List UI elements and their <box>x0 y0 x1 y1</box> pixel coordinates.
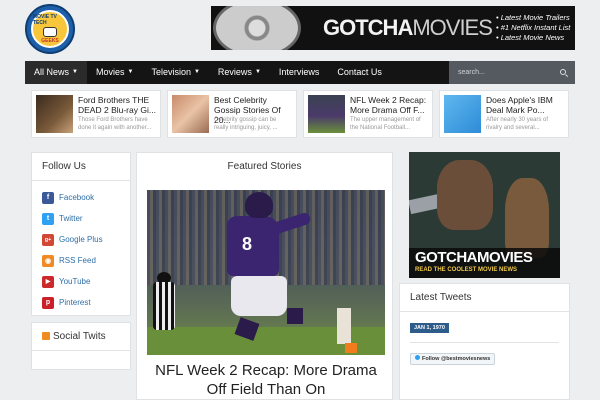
follow-link-pinterest[interactable]: p Pinterest <box>42 292 120 313</box>
rss-icon: ◉ <box>42 254 54 267</box>
logo-mascot-icon <box>43 27 57 37</box>
twitter-icon: t <box>42 212 54 225</box>
top-story-card[interactable]: Best Celebrity Gossip Stories Of 20... C… <box>167 90 297 138</box>
twitter-follow-button[interactable]: Follow @bestmoviesnews <box>410 353 496 365</box>
chevron-down-icon: ▼ <box>72 69 78 76</box>
google-plus-icon: g+ <box>42 233 54 246</box>
banner-bullet: • Latest Movie Trailers <box>496 13 570 22</box>
tweet-date-badge: JAN 1, 1970 <box>410 323 449 333</box>
widget-title: Latest Tweets <box>400 284 569 312</box>
nav-item-all-news[interactable]: All News ▼ <box>25 61 87 84</box>
follow-us-widget: Follow Us f Facebook t Twitter g+ Google… <box>31 152 131 316</box>
featured-heading: Featured Stories <box>227 161 302 172</box>
youtube-icon: ▶ <box>42 275 54 288</box>
featured-image[interactable]: 8 <box>147 190 385 355</box>
twitter-bird-icon <box>415 355 420 360</box>
follow-label: RSS Feed <box>59 256 96 265</box>
chevron-down-icon: ▼ <box>127 69 134 76</box>
story-excerpt: Those Ford Brothers have done it again w… <box>78 117 152 131</box>
follow-label: Facebook <box>59 193 95 202</box>
banner-bullet: • Latest Movie News <box>496 33 565 42</box>
nav-item-label: Reviews <box>217 67 252 77</box>
social-twits-title: Social Twits <box>53 331 106 342</box>
follow-button-label: Follow @bestmoviesnews <box>422 356 491 362</box>
follow-label: Pinterest <box>59 298 91 307</box>
logo-bottom-text: GEEKS <box>41 38 59 44</box>
featured-caption[interactable]: NFL Week 2 Recap: More Drama Off Field T… <box>147 361 385 399</box>
nav-item-label: Contact Us <box>337 67 382 77</box>
nav-item-television[interactable]: Television ▼ <box>142 61 208 84</box>
nav-item-interviews[interactable]: Interviews <box>270 61 329 84</box>
film-reel-icon <box>213 6 301 50</box>
jersey-number: 8 <box>242 234 253 254</box>
latest-tweets-widget: Latest Tweets JAN 1, 1970 Follow @bestmo… <box>399 283 570 400</box>
chevron-down-icon: ▼ <box>254 69 261 76</box>
follow-link-twitter[interactable]: t Twitter <box>42 208 120 229</box>
pylon <box>345 343 357 353</box>
banner-brand-part1: GOTCHA <box>323 15 413 40</box>
referee <box>153 282 175 330</box>
nav-item-label: Movies <box>95 67 125 77</box>
sideline-person <box>337 308 351 344</box>
banner-brand-part2: MOVIES <box>412 15 493 40</box>
banner-bullets: • Latest Movie Trailers • #1 Netflix Ins… <box>496 13 570 43</box>
story-excerpt: After nearly 30 years of rivalry and sev… <box>486 117 549 131</box>
social-twits-widget: Social Twits <box>31 322 131 370</box>
main-nav: All News ▼ Movies ▼ Television ▼ Reviews ▼ I… <box>25 61 575 84</box>
ad-art-tree <box>505 178 549 258</box>
logo-badge: MOVIE TV TECH GEEKS <box>31 10 69 48</box>
pinterest-icon: p <box>42 296 54 309</box>
nav-item-movies[interactable]: Movies ▼ <box>87 61 142 84</box>
sidebar-ad[interactable]: GOTCHAMOVIES READ THE COOLEST MOVIE NEWS <box>409 152 560 278</box>
follow-label: Google Plus <box>59 235 103 244</box>
story-title[interactable]: Ford Brothers THE DEAD 2 Blu-ray Gi... <box>78 95 156 115</box>
search-icon[interactable] <box>560 69 566 75</box>
follow-link-facebook[interactable]: f Facebook <box>42 187 120 208</box>
follow-link-youtube[interactable]: ▶ YouTube <box>42 271 120 292</box>
banner-brand: GOTCHAMOVIES <box>323 15 493 41</box>
top-story-card[interactable]: Ford Brothers THE DEAD 2 Blu-ray Gi... T… <box>31 90 161 138</box>
ad-title: GOTCHAMOVIES <box>415 249 533 266</box>
story-thumbnail[interactable] <box>308 95 345 133</box>
search-placeholder: search... <box>458 69 485 76</box>
follow-list: f Facebook t Twitter g+ Google Plus ◉ RS… <box>32 181 130 319</box>
nav-item-label: All News <box>34 67 70 77</box>
nav-item-contact-us[interactable]: Contact Us <box>328 61 391 84</box>
nav-item-reviews[interactable]: Reviews ▼ <box>209 61 270 84</box>
ad-subtitle: READ THE COOLEST MOVIE NEWS <box>415 267 518 273</box>
follow-link-rss[interactable]: ◉ RSS Feed <box>42 250 120 271</box>
banner-bullet: • #1 Netflix Instant List <box>496 23 571 32</box>
story-thumbnail[interactable] <box>36 95 73 133</box>
story-title[interactable]: Does Apple's IBM Deal Mark Po... <box>486 95 564 115</box>
chevron-down-icon: ▼ <box>193 69 200 76</box>
follow-label: Twitter <box>59 214 83 223</box>
follow-link-google-plus[interactable]: g+ Google Plus <box>42 229 120 250</box>
follow-label: YouTube <box>59 277 91 286</box>
ad-art-raccoon <box>437 160 493 230</box>
divider <box>410 342 559 343</box>
site-logo[interactable]: MOVIE TV TECH GEEKS <box>25 4 75 54</box>
top-story-card[interactable]: NFL Week 2 Recap: More Drama Off F... Th… <box>303 90 433 138</box>
search-input[interactable]: search... <box>449 61 575 84</box>
nav-item-label: Interviews <box>278 67 320 77</box>
widget-title: Follow Us <box>32 153 130 181</box>
rss-icon <box>42 332 50 340</box>
facebook-icon: f <box>42 191 54 204</box>
logo-top-text: MOVIE TV TECH <box>33 14 57 26</box>
featured-stories: Featured Stories 8 NFL Week 2 Recap: Mor… <box>136 152 393 400</box>
widget-title: Social Twits <box>32 323 130 351</box>
story-excerpt: Celebrity gossip can be really intriguin… <box>214 117 278 131</box>
player-body <box>227 216 279 276</box>
top-story-card[interactable]: Does Apple's IBM Deal Mark Po... After n… <box>439 90 569 138</box>
story-thumbnail[interactable] <box>444 95 481 133</box>
nav-item-label: Television <box>151 67 191 77</box>
story-thumbnail[interactable] <box>172 95 209 133</box>
player-helmet <box>245 192 273 218</box>
story-title[interactable]: NFL Week 2 Recap: More Drama Off F... <box>350 95 428 115</box>
player-legs <box>231 276 287 316</box>
story-excerpt: The upper management of the National Foo… <box>350 117 421 131</box>
player-shoe <box>287 308 303 324</box>
header-banner-ad[interactable]: GOTCHAMOVIES • Latest Movie Trailers • #… <box>211 6 575 50</box>
